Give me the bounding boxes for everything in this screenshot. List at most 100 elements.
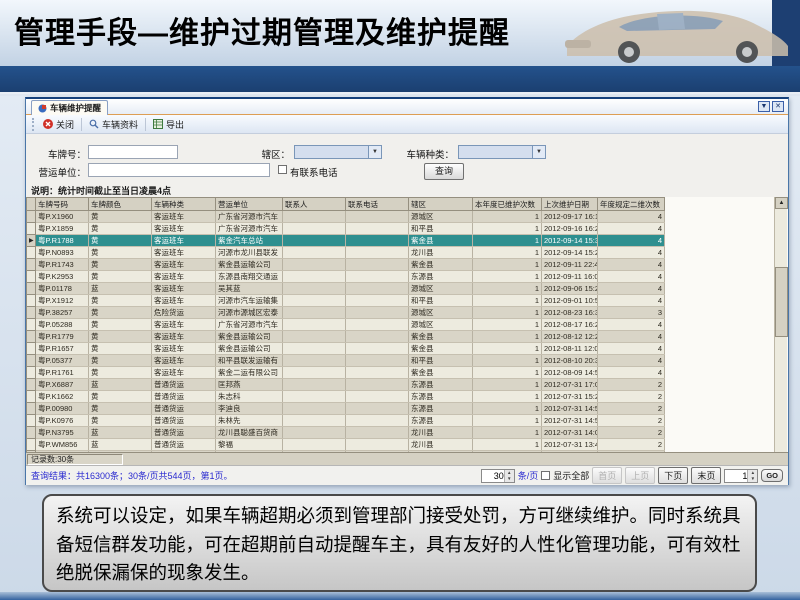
table-cell[interactable] (346, 247, 409, 259)
table-cell[interactable]: 1 (473, 319, 542, 331)
row-selector[interactable] (27, 283, 36, 295)
table-cell[interactable]: 1 (473, 235, 542, 247)
table-cell[interactable]: 1 (473, 415, 542, 427)
table-cell[interactable]: 2012-08-12 12:20 (542, 331, 598, 343)
table-row[interactable]: 粤P.05288黄客运班车广东省河源市汽车源城区12012-08-17 16:2… (27, 319, 665, 331)
table-cell[interactable] (283, 235, 346, 247)
table-cell[interactable]: 4 (598, 247, 665, 259)
table-cell[interactable]: 1 (473, 259, 542, 271)
table-cell[interactable]: 紫金县 (409, 235, 473, 247)
table-cell[interactable] (283, 307, 346, 319)
table-cell[interactable]: 粤P.N0893 (36, 247, 89, 259)
first-page-button[interactable]: 首页 (592, 467, 622, 484)
table-cell[interactable]: 4 (598, 283, 665, 295)
table-cell[interactable]: 和平县 (409, 295, 473, 307)
table-cell[interactable]: 粤P.X1859 (36, 223, 89, 235)
table-row[interactable]: 粤P.R1743黄客运班车紫金县运输公司紫金县12012-09-11 22:46… (27, 259, 665, 271)
table-cell[interactable] (283, 403, 346, 415)
table-cell[interactable]: 源城区 (409, 211, 473, 223)
table-cell[interactable]: 黄 (89, 403, 152, 415)
table-row[interactable]: 粤P.00980黄普通货运李迪良东源县12012-07-31 14:512 (27, 403, 665, 415)
table-cell[interactable]: 粤P.X1960 (36, 211, 89, 223)
row-selector[interactable] (27, 379, 36, 391)
page-number-input[interactable] (725, 470, 747, 482)
table-cell[interactable]: 2012-07-31 14:51 (542, 403, 598, 415)
table-cell[interactable]: 客运班车 (152, 343, 216, 355)
table-cell[interactable]: 紫金县运输公司 (216, 343, 283, 355)
table-row[interactable]: 粤P.X1960黄客运班车广东省河源市汽车源城区12012-09-17 16:1… (27, 211, 665, 223)
table-cell[interactable]: 危险货运 (152, 307, 216, 319)
column-header[interactable]: 车牌号码 (36, 198, 89, 211)
table-cell[interactable]: 客运班车 (152, 367, 216, 379)
table-cell[interactable]: 东源县 (409, 415, 473, 427)
table-cell[interactable]: 2012-07-31 15:28 (542, 391, 598, 403)
table-cell[interactable]: 和平县联发运输有 (216, 355, 283, 367)
tab-vehicle-maintenance-reminder[interactable]: 车辆维护提醒 (31, 100, 108, 115)
row-selector[interactable] (27, 367, 36, 379)
table-cell[interactable]: 2012-09-17 16:15 (542, 211, 598, 223)
table-cell[interactable] (283, 259, 346, 271)
table-cell[interactable]: 2 (598, 439, 665, 451)
vehicle-info-button[interactable]: 车辆资料 (84, 117, 143, 132)
table-cell[interactable]: 东源县 (409, 271, 473, 283)
table-cell[interactable]: 2012-09-01 10:54 (542, 295, 598, 307)
table-cell[interactable]: 粤P.01178 (36, 283, 89, 295)
table-row[interactable]: 粤P.WM856蓝普通货运黎福龙川县12012-07-31 13:402 (27, 439, 665, 451)
next-page-button[interactable]: 下页 (658, 467, 688, 484)
table-row[interactable]: 粤P.X1859黄客运班车广东省河源市汽车和平县12012-09-16 16:2… (27, 223, 665, 235)
row-selector[interactable] (27, 247, 36, 259)
show-all-checkbox[interactable] (541, 471, 550, 480)
table-cell[interactable]: 河源市源城区宏泰 (216, 307, 283, 319)
table-cell[interactable]: 黄 (89, 259, 152, 271)
table-cell[interactable]: 4 (598, 343, 665, 355)
table-cell[interactable]: 源城区 (409, 283, 473, 295)
table-cell[interactable]: 粤P.R1657 (36, 343, 89, 355)
table-cell[interactable]: 2012-07-31 14:04 (542, 427, 598, 439)
table-cell[interactable]: 4 (598, 319, 665, 331)
table-cell[interactable]: 粤P.X6887 (36, 379, 89, 391)
page-size-input[interactable] (482, 470, 504, 482)
table-cell[interactable]: 李迪良 (216, 403, 283, 415)
table-cell[interactable]: 2 (598, 415, 665, 427)
table-cell[interactable]: 黄 (89, 319, 152, 331)
row-selector[interactable] (27, 427, 36, 439)
table-cell[interactable] (283, 343, 346, 355)
table-cell[interactable]: 龙川县 (409, 427, 473, 439)
table-cell[interactable]: 黄 (89, 223, 152, 235)
table-cell[interactable] (346, 343, 409, 355)
row-selector[interactable] (27, 211, 36, 223)
row-selector[interactable] (27, 307, 36, 319)
table-cell[interactable]: 客运班车 (152, 271, 216, 283)
table-cell[interactable] (346, 271, 409, 283)
table-cell[interactable]: 黄 (89, 331, 152, 343)
table-cell[interactable]: 3 (598, 307, 665, 319)
table-row[interactable]: 粤P.N0893黄客运班车河源市龙川县联发龙川县12012-09-14 15:2… (27, 247, 665, 259)
table-cell[interactable]: 2012-09-14 15:31 (542, 235, 598, 247)
table-cell[interactable]: 2 (598, 391, 665, 403)
table-cell[interactable]: 粤P.K0976 (36, 415, 89, 427)
table-row[interactable]: 粤P.X6887蓝普通货运匡邦燕东源县12012-07-31 17:022 (27, 379, 665, 391)
table-cell[interactable]: 客运班车 (152, 235, 216, 247)
table-cell[interactable]: 4 (598, 235, 665, 247)
table-row[interactable]: 粤P.38257黄危险货运河源市源城区宏泰源城区12012-08-23 16:3… (27, 307, 665, 319)
table-cell[interactable]: 客运班车 (152, 259, 216, 271)
table-cell[interactable]: 黄 (89, 355, 152, 367)
table-cell[interactable]: 客运班车 (152, 355, 216, 367)
table-cell[interactable] (346, 439, 409, 451)
table-cell[interactable] (283, 283, 346, 295)
scrollbar-thumb[interactable] (775, 267, 788, 337)
table-cell[interactable] (283, 319, 346, 331)
table-cell[interactable] (346, 235, 409, 247)
page-size-stepper[interactable]: ▲▼ (481, 469, 515, 483)
table-cell[interactable]: 黄 (89, 247, 152, 259)
table-cell[interactable]: 2012-09-16 16:23 (542, 223, 598, 235)
table-cell[interactable]: 蓝 (89, 439, 152, 451)
table-cell[interactable]: 朱林先 (216, 415, 283, 427)
table-cell[interactable] (346, 355, 409, 367)
table-cell[interactable] (283, 331, 346, 343)
table-cell[interactable]: 客运班车 (152, 295, 216, 307)
table-cell[interactable] (283, 211, 346, 223)
table-cell[interactable]: 黎福 (216, 439, 283, 451)
table-row[interactable]: 粤P.K2953黄客运班车东源县南翔交通运东源县12012-09-11 16:0… (27, 271, 665, 283)
table-cell[interactable]: 河源市汽车运输集 (216, 295, 283, 307)
